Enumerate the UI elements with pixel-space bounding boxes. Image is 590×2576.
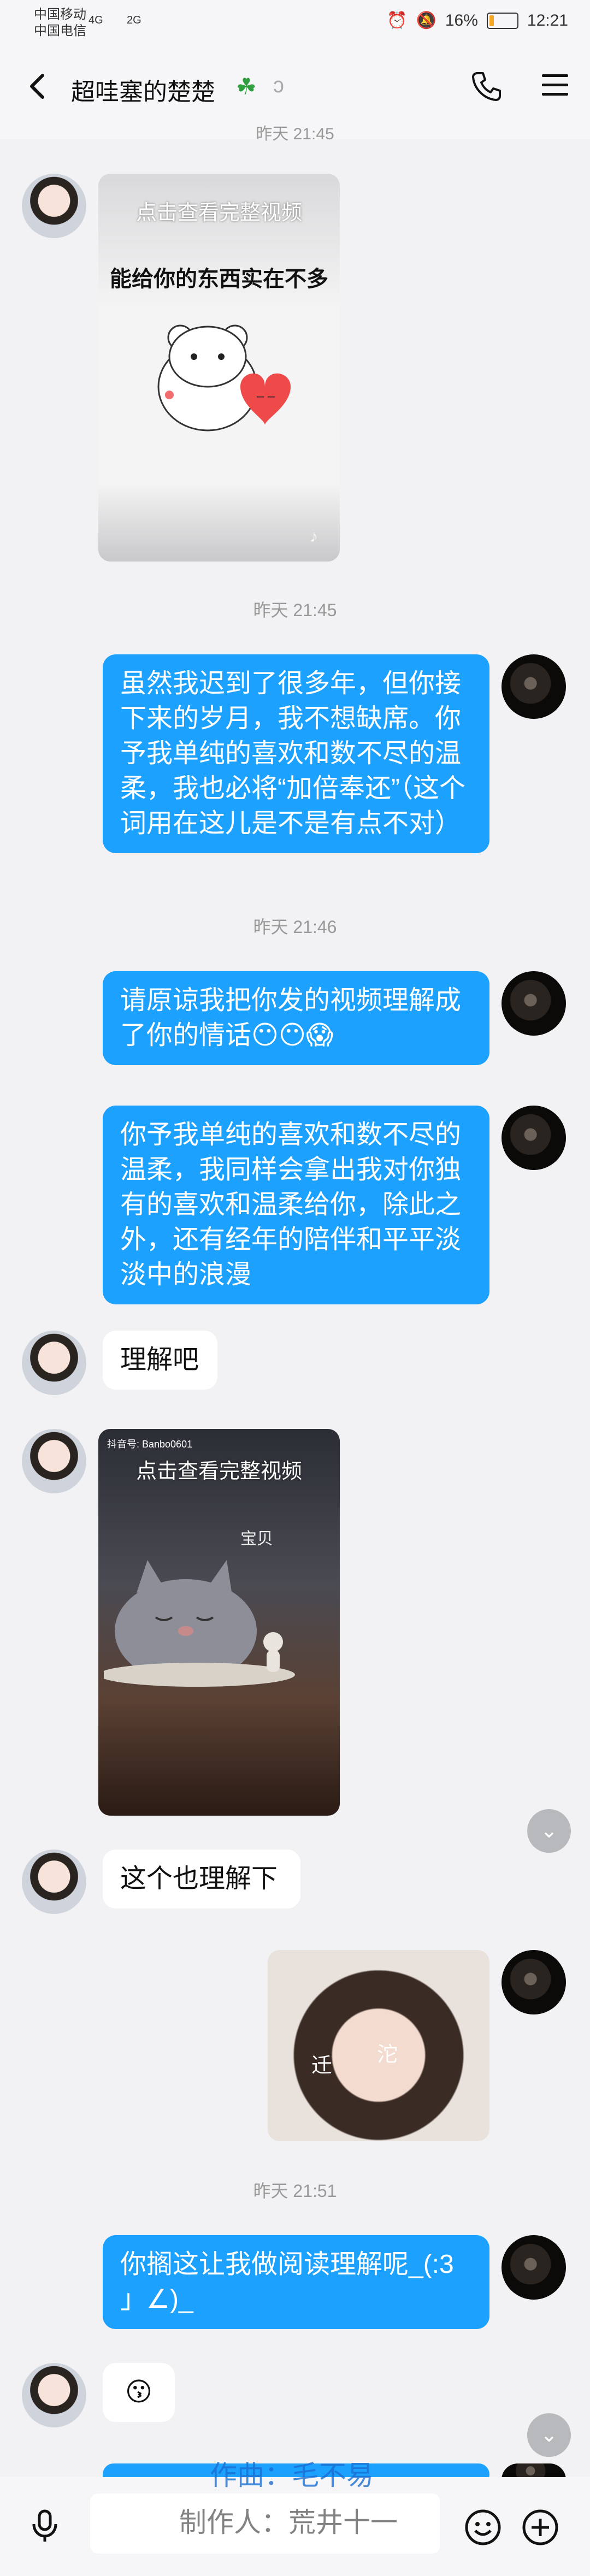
message-bubble-sent[interactable]: 请原谅我把你发的视频理解成了你的情话😶😶😱 xyxy=(103,971,489,1065)
microphone-icon[interactable] xyxy=(27,2508,62,2543)
timestamp: 昨天 21:45 xyxy=(256,125,334,143)
avatar-self[interactable] xyxy=(502,2235,566,2300)
avatar-contact[interactable] xyxy=(22,1850,86,1914)
bear-with-heart-sticker: – – xyxy=(157,324,291,432)
clover-icon: ☘ xyxy=(236,74,257,99)
video-message[interactable]: 点击查看完整视频 能给你的东西实在不多 – – ♪ xyxy=(98,174,340,562)
video-caption: 点击查看完整视频 xyxy=(135,1460,302,1483)
ear-icon: ↄ xyxy=(273,73,284,97)
clock: 12:21 xyxy=(527,11,568,29)
message-bubble-sent[interactable]: 你予我单纯的喜欢和数不尽的温柔，我同样会拿出我对你独有的喜欢和温柔给你，除此之外… xyxy=(103,1106,489,1304)
avatar-contact[interactable] xyxy=(22,1331,86,1395)
battery-icon xyxy=(486,12,518,29)
alarm-icon: ⏰ xyxy=(387,11,408,29)
signal-1: 4G xyxy=(88,14,103,26)
sleeping-cat-image xyxy=(104,1560,295,1687)
avatar-contact[interactable] xyxy=(22,174,86,238)
status-right: ⏰ 🔕 16% 12:21 xyxy=(387,11,568,30)
message-bubble-sent[interactable]: 虽然我迟到了很多年，但你接下来的岁月，我不想缺席。你予我单纯的喜欢和数不尽的温柔… xyxy=(103,654,489,853)
signal-2: 2G xyxy=(127,14,141,26)
timestamp: 昨天 21:46 xyxy=(253,917,337,937)
avatar-self[interactable] xyxy=(502,1106,566,1170)
timestamp: 昨天 21:51 xyxy=(253,2181,337,2201)
status-bar: 中国移动 中国电信 4G 2G ⏰ 🔕 16% 12:21 xyxy=(0,0,590,44)
avatar-self[interactable] xyxy=(502,1950,566,2014)
photo-text: 沱 xyxy=(377,2043,398,2066)
timestamp: 昨天 21:45 xyxy=(253,600,337,620)
avatar-contact[interactable] xyxy=(22,2363,86,2427)
menu-icon[interactable] xyxy=(541,71,569,99)
carrier-info: 中国移动 中国电信 xyxy=(34,7,86,39)
avatar-self[interactable] xyxy=(502,654,566,719)
scroll-down-icon[interactable]: ⌄ xyxy=(527,2413,571,2457)
avatar-contact[interactable] xyxy=(22,1429,86,1493)
battery-percent: 16% xyxy=(445,11,478,29)
message-bubble-received[interactable]: 😗 xyxy=(103,2363,175,2422)
carrier-1: 中国移动 xyxy=(34,7,86,22)
video-play-icon: ♪ xyxy=(310,528,318,546)
svg-text:– –: – – xyxy=(257,389,275,404)
message-bubble-received[interactable]: 这个也理解下 xyxy=(103,1850,300,1909)
back-arrow-icon[interactable] xyxy=(22,70,55,103)
avatar-self[interactable] xyxy=(502,971,566,1036)
scroll-down-icon[interactable]: ⌄ xyxy=(527,1809,571,1853)
chat-title[interactable]: 超哇塞的楚楚 xyxy=(71,72,215,107)
plus-icon[interactable] xyxy=(522,2509,559,2546)
chat-header: 超哇塞的楚楚 ☘ ↄ 昨天 21:45 xyxy=(0,44,590,143)
video-message[interactable]: 抖音号: Banbo0601 点击查看完整视频 宝贝 xyxy=(98,1429,340,1816)
message-bubble-received[interactable]: 理解吧 xyxy=(103,1331,217,1390)
photo-text: 迁 xyxy=(311,2054,333,2077)
carrier-2: 中国电信 xyxy=(34,23,86,38)
mute-icon: 🔕 xyxy=(416,11,436,29)
video-text: 宝贝 xyxy=(240,1530,273,1548)
phone-icon[interactable] xyxy=(470,70,503,103)
photo-message[interactable]: 迁 沱 xyxy=(268,1950,489,2141)
emoji-icon[interactable] xyxy=(464,2509,502,2546)
message-bubble-sent[interactable]: 你搁这让我做阅读理解呢_(:3 」∠)_ xyxy=(103,2235,489,2329)
video-text: 能给你的东西实在不多 xyxy=(110,267,328,291)
overlay-credit-composer: 作曲：毛不易 xyxy=(210,2460,374,2491)
video-watermark: 抖音号: Banbo0601 xyxy=(107,1439,193,1450)
overlay-credit-producer: 制作人：荒井十一 xyxy=(179,2507,398,2538)
video-caption: 点击查看完整视频 xyxy=(135,202,302,224)
